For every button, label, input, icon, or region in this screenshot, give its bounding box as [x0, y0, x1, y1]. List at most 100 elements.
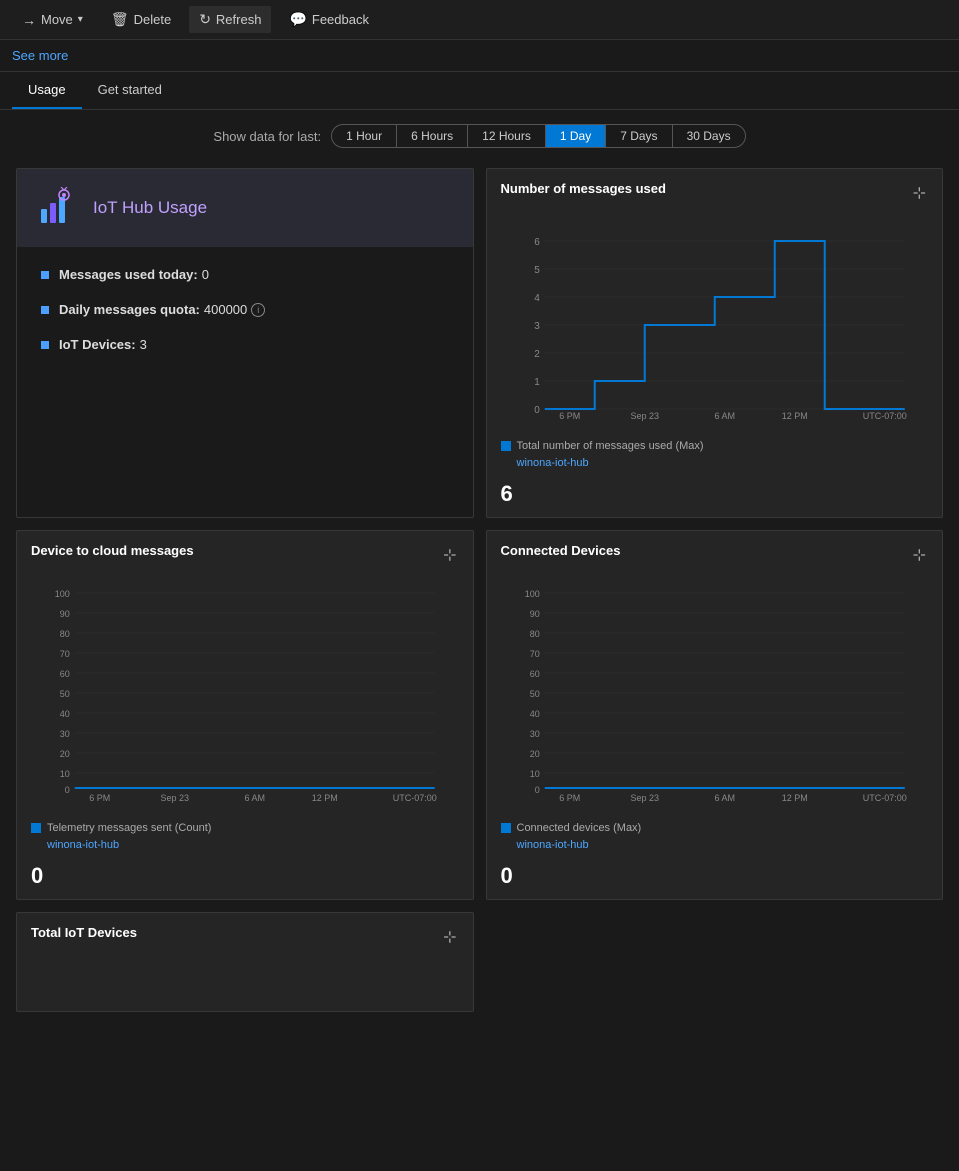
time-filter-group: 1 Hour 6 Hours 12 Hours 1 Day 7 Days 30 … [331, 124, 746, 148]
svg-text:80: 80 [60, 629, 70, 639]
connected-devices-chart-area: 100 90 80 70 60 50 40 30 20 10 0 6 PM Se… [487, 575, 943, 816]
messages-legend-text: Total number of messages used (Max) [517, 440, 704, 452]
svg-text:30: 30 [60, 729, 70, 739]
svg-text:30: 30 [529, 729, 539, 739]
svg-text:12 PM: 12 PM [781, 793, 807, 803]
time-btn-1h[interactable]: 1 Hour [332, 125, 397, 147]
total-iot-title: Total IoT Devices [31, 925, 137, 940]
svg-text:40: 40 [529, 709, 539, 719]
svg-text:Sep 23: Sep 23 [630, 793, 659, 803]
see-more-bar: See more [0, 40, 959, 72]
pin-total-iot-button[interactable]: ⊹ [441, 925, 458, 949]
messages-chart-title: Number of messages used [501, 181, 666, 196]
svg-text:Sep 23: Sep 23 [630, 411, 659, 421]
stat-key-quota: Daily messages quota: [59, 302, 200, 317]
feedback-button[interactable]: 💬 Feedback [279, 6, 379, 33]
tab-usage[interactable]: Usage [12, 72, 82, 109]
connected-devices-legend-dot [501, 823, 511, 833]
svg-text:6 PM: 6 PM [89, 793, 110, 803]
device-cloud-legend-dot [31, 823, 41, 833]
svg-text:40: 40 [60, 709, 70, 719]
device-cloud-svg: 100 90 80 70 60 50 40 30 20 10 0 6 PM Se… [31, 583, 459, 803]
messages-chart-area: 6 5 4 3 2 1 0 6 PM Sep 23 6 AM 12 PM UTC… [487, 213, 943, 434]
svg-text:20: 20 [60, 749, 70, 759]
connected-devices-legend-row: Connected devices (Max) [501, 822, 929, 834]
svg-text:10: 10 [60, 769, 70, 779]
device-cloud-legend-row: Telemetry messages sent (Count) [31, 822, 459, 834]
feedback-icon: 💬 [289, 11, 306, 28]
device-cloud-chart-area: 100 90 80 70 60 50 40 30 20 10 0 6 PM Se… [17, 575, 473, 816]
device-cloud-legend-text: Telemetry messages sent (Count) [47, 822, 211, 834]
device-cloud-card: Device to cloud messages ⊹ 100 90 80 70 [16, 530, 474, 900]
stat-val-quota: 400000 [204, 302, 247, 317]
stat-row-devices: IoT Devices: 3 [41, 337, 449, 352]
delete-icon: 🗑 [111, 11, 129, 28]
time-btn-1d[interactable]: 1 Day [546, 125, 606, 147]
refresh-button[interactable]: ↻ Refresh [189, 6, 271, 33]
svg-text:Sep 23: Sep 23 [160, 793, 189, 803]
svg-text:100: 100 [524, 589, 539, 599]
device-cloud-header: Device to cloud messages ⊹ [17, 531, 473, 575]
delete-button[interactable]: 🗑 Delete [101, 6, 181, 33]
messages-chart-footer: Total number of messages used (Max) wino… [487, 434, 943, 479]
pin-device-cloud-button[interactable]: ⊹ [441, 543, 458, 567]
svg-text:6 AM: 6 AM [244, 793, 265, 803]
time-filter-bar: Show data for last: 1 Hour 6 Hours 12 Ho… [0, 110, 959, 156]
see-more-link[interactable]: See more [12, 48, 68, 63]
iot-hub-icon [37, 187, 79, 229]
device-cloud-value: 0 [17, 861, 473, 899]
svg-text:UTC-07:00: UTC-07:00 [862, 411, 906, 421]
svg-text:6 AM: 6 AM [714, 793, 735, 803]
svg-text:60: 60 [529, 669, 539, 679]
move-icon: → [22, 12, 36, 28]
svg-text:90: 90 [60, 609, 70, 619]
move-label: Move [41, 12, 73, 27]
connected-devices-value: 0 [487, 861, 943, 899]
toolbar: → Move ▾ 🗑 Delete ↻ Refresh 💬 Feedback [0, 0, 959, 40]
stat-row-messages-today: Messages used today: 0 [41, 267, 449, 282]
stat-dot-2 [41, 306, 49, 314]
quota-info-icon[interactable]: i [251, 303, 265, 317]
svg-text:6 PM: 6 PM [559, 793, 580, 803]
svg-text:12 PM: 12 PM [781, 411, 807, 421]
iot-usage-card: IoT Hub Usage Messages used today: 0 Dai… [16, 168, 474, 518]
svg-text:0: 0 [534, 785, 539, 795]
svg-text:60: 60 [60, 669, 70, 679]
stat-dot [41, 271, 49, 279]
connected-devices-svg: 100 90 80 70 60 50 40 30 20 10 0 6 PM Se… [501, 583, 929, 803]
svg-text:70: 70 [60, 649, 70, 659]
pin-messages-chart-button[interactable]: ⊹ [911, 181, 928, 205]
messages-hub-name: winona-iot-hub [517, 457, 589, 469]
pin-connected-devices-button[interactable]: ⊹ [911, 543, 928, 567]
svg-text:2: 2 [534, 349, 540, 360]
svg-text:5: 5 [534, 265, 540, 276]
delete-label: Delete [134, 12, 172, 27]
svg-text:4: 4 [534, 293, 540, 304]
svg-text:6 AM: 6 AM [714, 411, 735, 421]
device-cloud-footer: Telemetry messages sent (Count) winona-i… [17, 816, 473, 861]
time-btn-30d[interactable]: 30 Days [673, 125, 745, 147]
messages-legend-row: Total number of messages used (Max) [501, 440, 929, 452]
time-btn-6h[interactable]: 6 Hours [397, 125, 468, 147]
connected-devices-card: Connected Devices ⊹ 100 90 80 70 60 [486, 530, 944, 900]
tab-get-started[interactable]: Get started [82, 72, 178, 109]
svg-text:20: 20 [529, 749, 539, 759]
svg-text:70: 70 [529, 649, 539, 659]
svg-text:50: 50 [529, 689, 539, 699]
time-btn-12h[interactable]: 12 Hours [468, 125, 546, 147]
device-cloud-hub-name: winona-iot-hub [47, 839, 119, 851]
svg-text:1: 1 [534, 377, 540, 388]
total-iot-card: Total IoT Devices ⊹ [16, 912, 474, 1012]
svg-text:10: 10 [529, 769, 539, 779]
svg-text:0: 0 [534, 405, 540, 416]
stat-val-messages-today: 0 [202, 267, 209, 282]
stat-val-devices: 3 [140, 337, 147, 352]
move-button[interactable]: → Move ▾ [12, 7, 93, 33]
usage-stats: Messages used today: 0 Daily messages qu… [17, 247, 473, 392]
svg-text:6 PM: 6 PM [559, 411, 580, 421]
dashboard-grid: IoT Hub Usage Messages used today: 0 Dai… [0, 156, 959, 1024]
connected-devices-title: Connected Devices [501, 543, 621, 558]
messages-legend-value: 6 [487, 479, 943, 517]
time-btn-7d[interactable]: 7 Days [606, 125, 672, 147]
tabs-bar: Usage Get started [0, 72, 959, 110]
